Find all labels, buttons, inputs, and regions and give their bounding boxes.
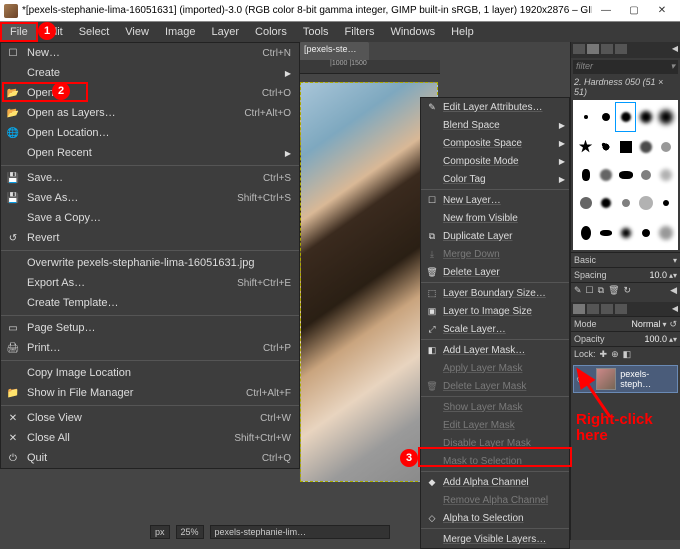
layer-menu-item[interactable]: 🗑Delete Layer bbox=[421, 263, 569, 281]
file-menu-item[interactable]: ⏻QuitCtrl+Q bbox=[1, 448, 299, 468]
annotation-step1: 1 bbox=[38, 22, 56, 40]
layer-menu-item: Apply Layer Mask bbox=[421, 359, 569, 377]
file-menu-item[interactable]: Save a Copy… bbox=[1, 208, 299, 228]
layer-menu-item[interactable]: ☐New Layer… bbox=[421, 191, 569, 209]
layer-menu-item: 🗑Delete Layer Mask bbox=[421, 377, 569, 395]
lock-row[interactable]: Lock:✚⊕◧ bbox=[571, 346, 680, 361]
menu-view[interactable]: View bbox=[117, 23, 157, 41]
right-panel: ◀ filter 2. Hardness 050 (51 × 51) bbox=[570, 42, 680, 540]
close-button[interactable]: ✕ bbox=[648, 2, 676, 20]
menu-tools[interactable]: Tools bbox=[295, 23, 337, 41]
layer-menu-item[interactable]: Composite Mode▶ bbox=[421, 152, 569, 170]
file-menu-item[interactable]: Create▶ bbox=[1, 63, 299, 83]
layer-menu-item: Show Layer Mask bbox=[421, 398, 569, 416]
file-menu-item[interactable]: Copy Image Location bbox=[1, 363, 299, 383]
status-bar: px 25% pexels-stephanie-lim… bbox=[150, 524, 390, 540]
file-menu-item[interactable]: Create Template… bbox=[1, 293, 299, 313]
annotation-box-file bbox=[0, 22, 38, 42]
file-menu-item[interactable]: ▭Page Setup… bbox=[1, 318, 299, 338]
spacing-slider[interactable]: Spacing10.0▴▾ bbox=[571, 267, 680, 282]
layer-menu-item[interactable]: Merge Visible Layers… bbox=[421, 530, 569, 548]
menu-filters[interactable]: Filters bbox=[337, 23, 383, 41]
layer-menu-item[interactable]: ▣Layer to Image Size bbox=[421, 302, 569, 320]
annotation-box-alpha bbox=[418, 447, 572, 467]
layer-name-label: pexels-steph… bbox=[620, 369, 675, 389]
layer-menu-item: Edit Layer Mask bbox=[421, 416, 569, 434]
file-menu-dropdown: ☐New…Ctrl+NCreate▶📂Open…Ctrl+O📂Open as L… bbox=[0, 42, 300, 469]
app-icon bbox=[4, 4, 18, 18]
ruler-horizontal: |1000 |1500 bbox=[300, 60, 440, 74]
layer-menu-item: ⤓Merge Down bbox=[421, 245, 569, 263]
file-menu-item[interactable]: ↺Revert bbox=[1, 228, 299, 248]
brush-grid[interactable] bbox=[573, 100, 678, 250]
brush-action-icons[interactable]: ✎ ☐ ⧉ 🗑 ↻ ◀ bbox=[571, 282, 680, 298]
file-menu-item[interactable]: Open Recent▶ bbox=[1, 143, 299, 163]
minimize-button[interactable]: — bbox=[592, 2, 620, 20]
edit-brush-icon: ✎ bbox=[574, 285, 582, 296]
zoom-select[interactable]: 25% bbox=[176, 525, 204, 539]
menu-layer[interactable]: Layer bbox=[204, 23, 248, 41]
window-title: *[pexels-stephanie-lima-16051631] (impor… bbox=[22, 5, 592, 16]
lock-alpha-icon: ◧ bbox=[623, 349, 632, 360]
annotation-step3: 3 bbox=[400, 449, 418, 467]
refresh-brush-icon: ↻ bbox=[624, 285, 632, 296]
image-tab[interactable]: [pexels-ste… bbox=[300, 42, 369, 60]
layer-context-menu: ✎Edit Layer Attributes…Blend Space▶Compo… bbox=[420, 97, 570, 549]
brush-preset-select[interactable]: Basic▾ bbox=[571, 252, 680, 267]
file-menu-item[interactable]: ☐New…Ctrl+N bbox=[1, 43, 299, 63]
file-menu-item[interactable]: 📁Show in File ManagerCtrl+Alt+F bbox=[1, 383, 299, 403]
menu-windows[interactable]: Windows bbox=[382, 23, 443, 41]
layer-menu-item[interactable]: ✎Edit Layer Attributes… bbox=[421, 98, 569, 116]
file-menu-item[interactable]: ✕Close AllShift+Ctrl+W bbox=[1, 428, 299, 448]
file-menu-item[interactable]: Export As…Shift+Ctrl+E bbox=[1, 273, 299, 293]
file-menu-item[interactable]: ✕Close ViewCtrl+W bbox=[1, 408, 299, 428]
lock-pixels-icon: ✚ bbox=[600, 349, 608, 360]
layer-menu-item[interactable]: Color Tag▶ bbox=[421, 170, 569, 188]
annotation-rightclick-text: Right-click here bbox=[576, 412, 676, 444]
brush-name-label: 2. Hardness 050 (51 × 51) bbox=[571, 76, 680, 98]
status-filename: pexels-stephanie-lim… bbox=[210, 525, 390, 539]
lock-position-icon: ⊕ bbox=[611, 349, 619, 360]
menu-colors[interactable]: Colors bbox=[247, 23, 295, 41]
layer-menu-item[interactable]: ⬚Layer Boundary Size… bbox=[421, 284, 569, 302]
file-menu-item[interactable]: 💾Save As…Shift+Ctrl+S bbox=[1, 188, 299, 208]
menu-select[interactable]: Select bbox=[71, 23, 118, 41]
annotation-step2: 2 bbox=[52, 82, 70, 100]
blend-mode-select[interactable]: ModeNormal▾↺ bbox=[571, 316, 680, 331]
delete-brush-icon: 🗑 bbox=[608, 285, 619, 296]
brush-menu-icon: ◀ bbox=[670, 285, 677, 296]
file-menu-item[interactable]: 📂Open as Layers…Ctrl+Alt+O bbox=[1, 103, 299, 123]
dock-tabs[interactable]: ◀ bbox=[571, 42, 680, 58]
maximize-button[interactable]: ▢ bbox=[620, 2, 648, 20]
layers-dock-tabs[interactable]: ◀ bbox=[571, 302, 680, 316]
menubar: 1 File Edit Select View Image Layer Colo… bbox=[0, 22, 680, 42]
file-menu-item[interactable]: Overwrite pexels-stephanie-lima-16051631… bbox=[1, 253, 299, 273]
duplicate-brush-icon: ⧉ bbox=[598, 285, 604, 296]
file-menu-item[interactable]: 💾Save…Ctrl+S bbox=[1, 168, 299, 188]
menu-image[interactable]: Image bbox=[157, 23, 204, 41]
file-menu-item[interactable]: 🌐Open Location… bbox=[1, 123, 299, 143]
layer-menu-item[interactable]: Blend Space▶ bbox=[421, 116, 569, 134]
layer-menu-item[interactable]: ◆Add Alpha Channel bbox=[421, 473, 569, 491]
layer-menu-item[interactable]: Composite Space▶ bbox=[421, 134, 569, 152]
file-menu-item[interactable]: 🖨Print…Ctrl+P bbox=[1, 338, 299, 358]
layer-menu-item[interactable]: New from Visible bbox=[421, 209, 569, 227]
opacity-slider[interactable]: Opacity100.0▴▾ bbox=[571, 331, 680, 346]
layer-menu-item[interactable]: ◇Alpha to Selection bbox=[421, 509, 569, 527]
layer-menu-item[interactable]: ◧Add Layer Mask… bbox=[421, 341, 569, 359]
window-titlebar: *[pexels-stephanie-lima-16051631] (impor… bbox=[0, 0, 680, 22]
layer-menu-item[interactable]: ⧉Duplicate Layer bbox=[421, 227, 569, 245]
layer-menu-item: Remove Alpha Channel bbox=[421, 491, 569, 509]
layer-menu-item[interactable]: ⤢Scale Layer… bbox=[421, 320, 569, 338]
brush-filter-input[interactable]: filter bbox=[573, 60, 678, 74]
menu-help[interactable]: Help bbox=[443, 23, 482, 41]
unit-select[interactable]: px bbox=[150, 525, 170, 539]
annotation-box-open bbox=[2, 82, 88, 102]
new-brush-icon: ☐ bbox=[586, 285, 594, 296]
image-canvas[interactable] bbox=[300, 82, 438, 482]
